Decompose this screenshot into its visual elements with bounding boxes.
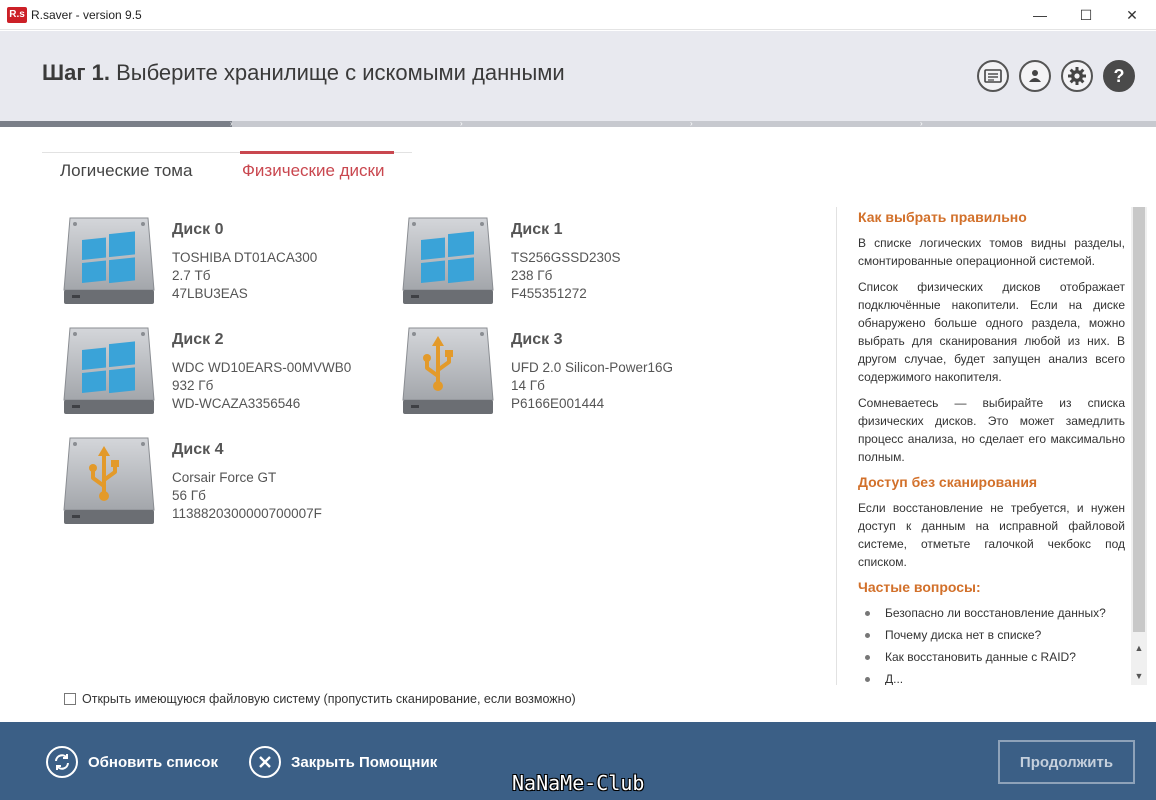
progress-step-separator: ›: [920, 119, 923, 128]
tab-physical-disks[interactable]: Физические диски: [242, 161, 384, 181]
hdd-windows-icon: [402, 217, 494, 304]
disk-item[interactable]: Диск 4 Corsair Force GT 56 Гб 1138820300…: [62, 434, 392, 534]
wizard-footer: Обновить список Закрыть Помощник NaNaMe-…: [0, 722, 1156, 800]
close-wizard-button[interactable]: Закрыть Помощник: [249, 746, 437, 778]
disk-name: Диск 2: [172, 331, 224, 348]
help-paragraph: Если восстановление не требуется, и нуже…: [858, 501, 1125, 569]
disk-item[interactable]: Диск 2 WDC WD10EARS-00MVWB0 932 Гб WD-WC…: [62, 324, 392, 424]
hdd-windows-icon: [63, 217, 155, 304]
user-button[interactable]: [1019, 60, 1051, 92]
user-icon: [1029, 70, 1041, 82]
help-icon: ?: [1113, 65, 1125, 86]
help-scrollbar[interactable]: ▲ ▼: [1131, 207, 1147, 685]
minimize-button[interactable]: —: [1017, 0, 1063, 30]
page-title: Шаг 1. Выберите хранилище с искомыми дан…: [42, 60, 565, 86]
help-heading-faq: Частые вопросы:: [858, 579, 981, 595]
disk-name: Диск 0: [172, 221, 224, 238]
hdd-usb-icon: [63, 437, 155, 524]
progress-step-separator: ›: [460, 119, 463, 128]
faq-link[interactable]: Безопасно ли восстановление данных?: [858, 602, 1125, 624]
continue-button[interactable]: Продолжить: [998, 740, 1135, 784]
tab-logical-volumes[interactable]: Логические тома: [60, 161, 192, 181]
wizard-header: Шаг 1. Выберите хранилище с искомыми дан…: [0, 31, 1156, 122]
scroll-up-icon[interactable]: ▲: [1131, 641, 1147, 655]
hdd-usb-icon: [402, 327, 494, 414]
refresh-list-label: Обновить список: [88, 753, 218, 771]
disk-model: UFD 2.0 Silicon-Power16G: [511, 360, 674, 375]
disk-size: 238 Гб: [511, 268, 553, 283]
log-icon: [984, 69, 1002, 83]
faq-link[interactable]: Почему диска нет в списке?: [858, 624, 1125, 646]
close-window-button[interactable]: ✕: [1109, 0, 1155, 30]
step-label: Шаг 1.: [42, 60, 110, 85]
disk-item[interactable]: Диск 3 UFD 2.0 Silicon-Power16G 14 Гб P6…: [401, 324, 731, 424]
open-filesystem-option[interactable]: Открыть имеющуюся файловую систему (проп…: [64, 691, 576, 707]
faq-link[interactable]: Д...: [858, 668, 1125, 685]
disk-item[interactable]: Диск 1 TS256GSSD230S 238 Гб F455351272: [401, 214, 731, 314]
disk-serial: F455351272: [511, 286, 587, 301]
refresh-icon: [46, 746, 78, 778]
close-wizard-label: Закрыть Помощник: [291, 753, 438, 771]
refresh-list-button[interactable]: Обновить список: [46, 746, 218, 778]
disk-serial: P6166E001444: [511, 396, 605, 411]
app-logo: R.s: [7, 7, 27, 23]
disk-size: 2.7 Тб: [172, 268, 211, 283]
disk-size: 14 Гб: [511, 378, 545, 393]
help-heading-how-to-choose: Как выбрать правильно: [858, 209, 1027, 225]
close-icon: [249, 746, 281, 778]
disk-name: Диск 3: [511, 331, 563, 348]
disk-serial: 47LBU3EAS: [172, 286, 248, 301]
help-paragraph: Сомневаетесь — выбирайте из списка физич…: [858, 396, 1125, 464]
disk-model: WDC WD10EARS-00MVWB0: [172, 360, 352, 375]
wizard-progress: › › › ›: [0, 119, 1156, 128]
log-button[interactable]: [977, 60, 1009, 92]
disk-name: Диск 4: [172, 441, 224, 458]
tab-bar: Логические тома Физические диски: [42, 151, 412, 186]
maximize-button[interactable]: ☐: [1063, 0, 1109, 30]
progress-step-separator: ›: [230, 119, 233, 128]
faq-link[interactable]: Как восстановить данные с RAID?: [858, 646, 1125, 668]
help-paragraph: Список физических дисков отображает подк…: [858, 280, 1125, 384]
disk-model: TOSHIBA DT01ACA300: [172, 250, 318, 265]
faq-list: Безопасно ли восстановление данных? Поче…: [858, 602, 1125, 685]
hdd-windows-icon: [63, 327, 155, 414]
disk-size: 932 Гб: [172, 378, 214, 393]
step-text: Выберите хранилище с искомыми данными: [116, 60, 565, 85]
progress-fill: [0, 121, 232, 127]
progress-step-separator: ›: [690, 119, 693, 128]
help-button[interactable]: ?: [1103, 60, 1135, 92]
disk-serial: 1138820300000700007F: [172, 506, 322, 521]
help-content: Как выбрать правильно В списке логически…: [858, 207, 1125, 685]
gear-icon: [1068, 67, 1086, 85]
scroll-down-icon[interactable]: ▼: [1131, 669, 1147, 683]
open-filesystem-checkbox[interactable]: [64, 693, 76, 705]
open-filesystem-label[interactable]: Открыть имеющуюся файловую систему (проп…: [82, 692, 576, 706]
help-panel: Как выбрать правильно В списке логически…: [836, 207, 1132, 685]
window-title: R.saver - version 9.5: [31, 8, 142, 22]
active-tab-indicator: [240, 151, 394, 154]
disk-size: 56 Гб: [172, 488, 206, 503]
disk-item[interactable]: Диск 0 TOSHIBA DT01ACA300 2.7 Тб 47LBU3E…: [62, 214, 392, 314]
help-heading-no-scan-access: Доступ без сканирования: [858, 474, 1038, 490]
watermark: NaNaMe-Club: [512, 771, 645, 795]
disk-serial: WD-WCAZA3356546: [172, 396, 301, 411]
help-paragraph: В списке логических томов видны разделы,…: [858, 236, 1125, 268]
disk-model: Corsair Force GT: [172, 470, 277, 485]
disk-name: Диск 1: [511, 221, 563, 238]
scrollbar-thumb[interactable]: [1133, 207, 1145, 632]
title-bar: R.s R.saver - version 9.5 — ☐ ✕: [0, 0, 1156, 30]
disk-model: TS256GSSD230S: [511, 250, 621, 265]
settings-button[interactable]: [1061, 60, 1093, 92]
